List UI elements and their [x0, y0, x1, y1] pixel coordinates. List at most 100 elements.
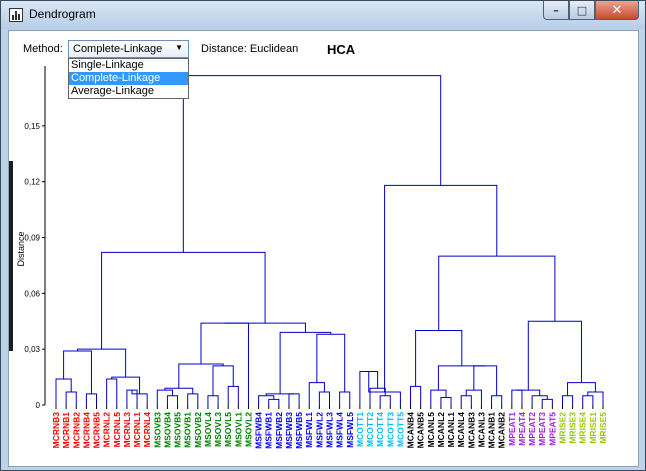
maximize-button[interactable]: □ — [569, 1, 595, 20]
leaf-label-mcrnb2: MCRNB2 — [71, 412, 81, 449]
dendrogram-link-48 — [561, 395, 574, 405]
leaf-label-mpeat2: MPEAT2 — [527, 412, 537, 446]
leaf-label-msovl3: MSOVL3 — [213, 412, 223, 447]
close-button[interactable]: ✕ — [595, 1, 639, 20]
dendrogram-link-29 — [101, 251, 266, 350]
dendrogram-link-41 — [437, 365, 486, 391]
leaf-label-msovb5: MSOVB5 — [173, 412, 183, 448]
leaf-label-mcanb3: MCANB3 — [466, 412, 476, 449]
leaf-label-msovb3: MSOVB3 — [152, 412, 162, 448]
dendrogram-link-31 — [369, 387, 386, 405]
dendrogram-window: Dendrogram – □ ✕ Method: Complete-Linkag… — [0, 0, 646, 471]
title-bar[interactable]: Dendrogram – □ ✕ — [1, 1, 645, 29]
leaf-label-mcrnb1: MCRNB1 — [61, 412, 71, 449]
dendrogram-link-40 — [473, 365, 498, 396]
leaf-label-msfwl2: MSFWL2 — [314, 412, 324, 448]
leaf-label-mcott4: MCOTT4 — [375, 412, 385, 447]
leaf-label-msovb2: MSOVB2 — [193, 412, 203, 448]
app-chart-icon — [9, 8, 23, 22]
leaf-label-mrise2: MRISE2 — [557, 412, 567, 444]
dendrogram-link-1 — [65, 391, 77, 405]
dendrogram-link-35 — [440, 397, 452, 405]
leaf-label-mcanb4: MCANB4 — [406, 412, 416, 449]
dendrogram-link-49 — [587, 391, 604, 405]
dendrogram-link-38 — [465, 389, 482, 405]
y-tick-label-4: 0,12 — [24, 178, 40, 187]
dendrogram-link-44 — [531, 395, 548, 405]
client-area: Method: Complete-Linkage ▼ Single-Linkag… — [8, 30, 639, 467]
leaf-label-mrise4: MRISE4 — [578, 412, 588, 444]
leaf-label-mcott1: MCOTT1 — [355, 412, 365, 447]
leaf-label-mcanb5: MCANB5 — [416, 412, 426, 449]
dendrogram-link-52 — [438, 255, 556, 331]
leaf-label-mcrnb5: MCRNB5 — [92, 412, 102, 449]
dendrogram-link-12 — [156, 389, 173, 405]
leaf-label-msfwb1: MSFWB1 — [264, 412, 274, 449]
method-option-single[interactable]: Single-Linkage — [69, 59, 188, 72]
minimize-button[interactable]: – — [543, 1, 569, 20]
dendrogram-link-9 — [77, 348, 127, 378]
dendrogram-link-16 — [212, 365, 234, 396]
leaf-label-mcrnl4: MCRNL4 — [142, 412, 152, 448]
leaf-label-mcrnl1: MCRNL1 — [132, 412, 142, 448]
dendrogram-link-27 — [279, 331, 332, 394]
method-option-average[interactable]: Average-Linkage — [69, 85, 188, 98]
dendrogram-link-53 — [384, 184, 498, 392]
leaf-label-msfwl1: MSFWL1 — [304, 412, 314, 448]
leaf-label-mcrnl5: MCRNL5 — [112, 412, 122, 448]
dendrogram-link-7 — [106, 378, 118, 405]
dendrogram-link-11 — [187, 393, 199, 405]
leaf-label-mcott5: MCOTT5 — [395, 412, 405, 447]
leaf-label-mcanb1: MCANB1 — [487, 412, 497, 449]
dendrogram-link-23 — [318, 391, 330, 405]
dendrogram-link-50 — [567, 382, 596, 396]
leaf-label-mcanl3: MCANL3 — [476, 412, 486, 448]
leaf-label-msfwb4: MSFWB4 — [254, 412, 264, 449]
dendrogram-link-34 — [410, 385, 422, 405]
caption-buttons: – □ ✕ — [543, 1, 639, 21]
dendrogram-link-21 — [288, 393, 300, 405]
leaf-label-mpeat3: MPEAT3 — [537, 412, 547, 446]
y-tick-label-5: 0,15 — [24, 122, 40, 131]
leaf-label-mcrnb3: MCRNB3 — [51, 412, 61, 449]
dendrogram-link-3 — [85, 393, 98, 405]
method-option-complete[interactable]: Complete-Linkage — [69, 72, 188, 85]
leaf-label-mcrnb4: MCRNB4 — [81, 412, 91, 449]
dendrogram-link-51 — [527, 320, 582, 391]
dendrogram-link-4 — [63, 350, 92, 394]
dendrogram-link-39 — [491, 395, 503, 405]
leaf-label-msfwl5: MSFWL5 — [345, 412, 355, 448]
dendrogram-link-28 — [224, 322, 306, 333]
leaf-label-mpeat1: MPEAT1 — [507, 412, 517, 446]
dendrogram-link-24 — [308, 382, 325, 405]
y-tick-label-2: 0,06 — [24, 289, 40, 298]
method-dropdown-list: Single-Linkage Complete-Linkage Average-… — [68, 58, 189, 99]
y-tick-label-3: 0,09 — [24, 234, 40, 243]
dendrogram-link-15 — [227, 385, 239, 405]
leaf-label-msovl5: MSOVL5 — [223, 412, 233, 447]
leaf-label-mcrnl2: MCRNL2 — [102, 412, 112, 448]
leaf-label-mrise3: MRISE3 — [568, 412, 578, 444]
dendrogram-link-13 — [164, 387, 194, 394]
leaf-label-msovb1: MSOVB1 — [183, 412, 193, 448]
leaf-label-msovl2: MSOVL2 — [243, 412, 253, 447]
dendrogram-link-45 — [511, 389, 523, 405]
dendrogram-link-30 — [379, 395, 391, 405]
dendrogram-link-25 — [339, 391, 351, 405]
leaf-label-mcanl4: MCANL4 — [456, 412, 466, 448]
leaf-label-msfwb3: MSFWB3 — [284, 412, 294, 449]
leaf-label-mpeat4: MPEAT4 — [517, 412, 527, 446]
dendrogram-link-14 — [207, 395, 219, 405]
dendrogram-link-17 — [178, 363, 224, 389]
leaf-label-mrise5: MRISE5 — [598, 412, 608, 444]
dendrogram-link-20 — [258, 395, 275, 405]
leaf-label-mcott3: MCOTT3 — [385, 412, 395, 447]
leaf-label-msfwb5: MSFWB5 — [294, 412, 304, 449]
dendrogram-link-37 — [460, 395, 472, 405]
dendrogram-link-26 — [316, 333, 346, 392]
leaf-label-msovl4: MSOVL4 — [203, 412, 213, 447]
leaf-label-mcanl1: MCANL1 — [446, 412, 456, 448]
leaf-label-mrise1: MRISE1 — [588, 412, 598, 444]
leaf-label-mcanl2: MCANL2 — [436, 412, 446, 448]
dendrogram-link-54 — [182, 75, 442, 253]
